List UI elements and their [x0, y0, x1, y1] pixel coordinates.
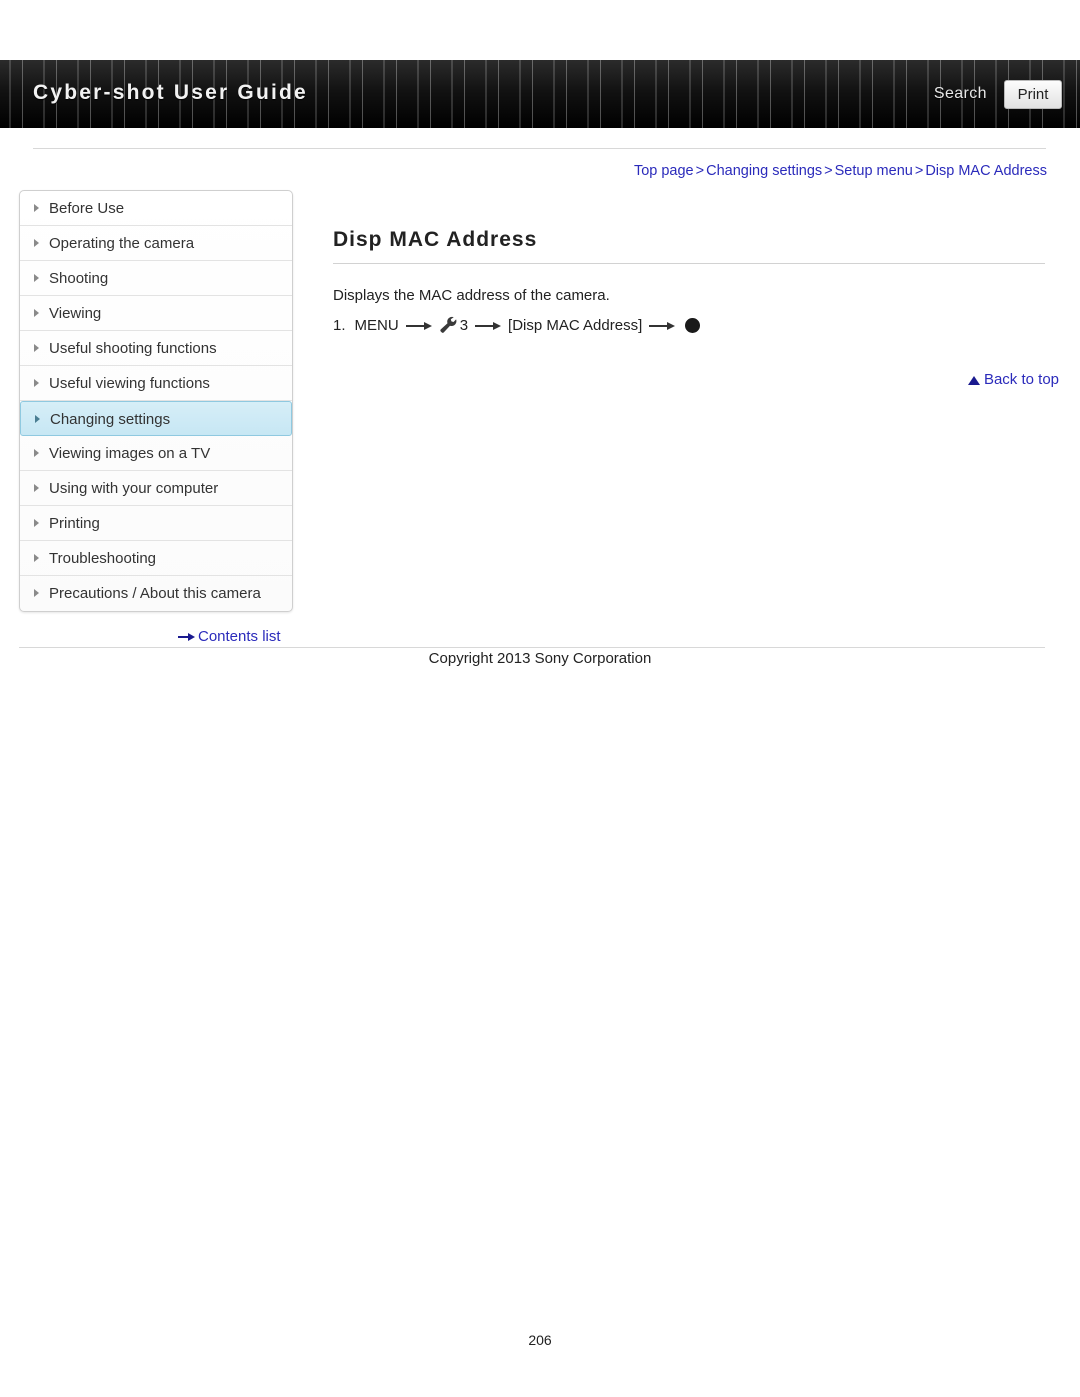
chevron-right-icon	[34, 589, 39, 597]
step-option-label: [Disp MAC Address]	[508, 316, 643, 334]
sidebar-item-useful-viewing-functions[interactable]: Useful viewing functions	[20, 366, 292, 401]
breadcrumb-separator: >	[824, 163, 833, 179]
triangle-up-icon	[967, 376, 980, 385]
breadcrumb-item-setup-menu[interactable]: Setup menu	[835, 163, 913, 179]
chevron-right-icon	[34, 554, 39, 562]
page-title: Disp MAC Address	[333, 228, 538, 251]
copyright-text: Copyright 2013 Sony Corporation	[428, 650, 652, 667]
sidebar-item-label: Viewing	[49, 305, 102, 322]
breadcrumb-separator: >	[914, 163, 924, 179]
sidebar-nav: Before Use Operating the camera Shooting…	[19, 190, 293, 612]
breadcrumb-item-disp-mac-address[interactable]: Disp MAC Address	[925, 163, 1047, 179]
sidebar-item-label: Viewing images on a TV	[49, 445, 211, 462]
chevron-right-icon	[34, 344, 39, 352]
arrow-right-icon	[649, 320, 676, 330]
title-divider	[333, 263, 1045, 264]
procedure-step: 1. MENU 3 [Disp MAC Address]	[333, 316, 701, 334]
sidebar-item-operating-the-camera[interactable]: Operating the camera	[20, 226, 292, 261]
sidebar-item-label: Printing	[49, 515, 100, 532]
breadcrumb-item-top-page[interactable]: Top page	[634, 163, 694, 179]
step-menu-number: 3	[459, 316, 469, 334]
breadcrumb-item-changing-settings[interactable]: Changing settings	[706, 163, 822, 179]
sidebar-item-label: Before Use	[49, 200, 125, 217]
sidebar-item-using-with-your-computer[interactable]: Using with your computer	[20, 471, 292, 506]
sidebar-item-changing-settings[interactable]: Changing settings	[20, 401, 292, 436]
page-number: 206	[528, 1332, 552, 1348]
arrow-right-icon	[475, 320, 502, 330]
contents-list-label: Contents list	[198, 628, 281, 645]
step-menu-label: MENU	[354, 316, 399, 334]
breadcrumb: Top page > Changing settings > Setup menu > Di…	[634, 163, 1047, 179]
back-to-top-label: Back to top	[983, 371, 1059, 388]
sidebar-item-label: Useful shooting functions	[49, 340, 217, 357]
sidebar-item-label: Shooting	[49, 270, 109, 287]
chevron-right-icon	[34, 274, 39, 282]
chevron-right-icon	[34, 449, 39, 457]
site-header: Cyber-shot User Guide Search Print	[0, 60, 1080, 128]
center-button-icon	[685, 317, 701, 333]
chevron-right-icon	[34, 484, 39, 492]
chevron-right-icon	[34, 379, 39, 387]
sidebar-item-label: Troubleshooting	[49, 550, 157, 567]
chevron-right-icon	[34, 309, 39, 317]
back-to-top-link[interactable]: Back to top	[967, 371, 1059, 388]
chevron-right-icon	[34, 239, 39, 247]
search-button[interactable]: Search	[934, 85, 987, 103]
sidebar-item-label: Using with your computer	[49, 480, 219, 497]
print-button[interactable]: Print	[1004, 80, 1062, 109]
wrench-icon	[439, 316, 459, 334]
contents-list-link[interactable]: Contents list	[178, 628, 281, 645]
sidebar-item-printing[interactable]: Printing	[20, 506, 292, 541]
chevron-right-icon	[34, 204, 39, 212]
sidebar-item-label: Operating the camera	[49, 235, 195, 252]
sidebar-item-label: Useful viewing functions	[49, 375, 210, 392]
sidebar-item-useful-shooting-functions[interactable]: Useful shooting functions	[20, 331, 292, 366]
sidebar-item-troubleshooting[interactable]: Troubleshooting	[20, 541, 292, 576]
breadcrumb-separator: >	[695, 163, 705, 179]
sidebar-item-label: Precautions / About this camera	[49, 585, 261, 602]
sidebar-item-viewing-images-on-a-tv[interactable]: Viewing images on a TV	[20, 436, 292, 471]
arrow-right-icon	[405, 320, 432, 330]
step-number: 1.	[333, 316, 346, 334]
page-description: Displays the MAC address of the camera.	[333, 287, 610, 304]
chevron-right-icon	[34, 519, 39, 527]
sidebar-item-shooting[interactable]: Shooting	[20, 261, 292, 296]
sidebar-item-viewing[interactable]: Viewing	[20, 296, 292, 331]
footer-divider	[19, 647, 1045, 648]
sidebar-item-before-use[interactable]: Before Use	[20, 191, 292, 226]
chevron-right-icon	[35, 415, 40, 423]
sidebar-item-label: Changing settings	[50, 411, 171, 428]
header-divider	[33, 148, 1046, 149]
arrow-right-icon	[178, 632, 195, 642]
site-title: Cyber-shot User Guide	[33, 81, 308, 104]
sidebar-item-precautions-about-this-camera[interactable]: Precautions / About this camera	[20, 576, 292, 611]
